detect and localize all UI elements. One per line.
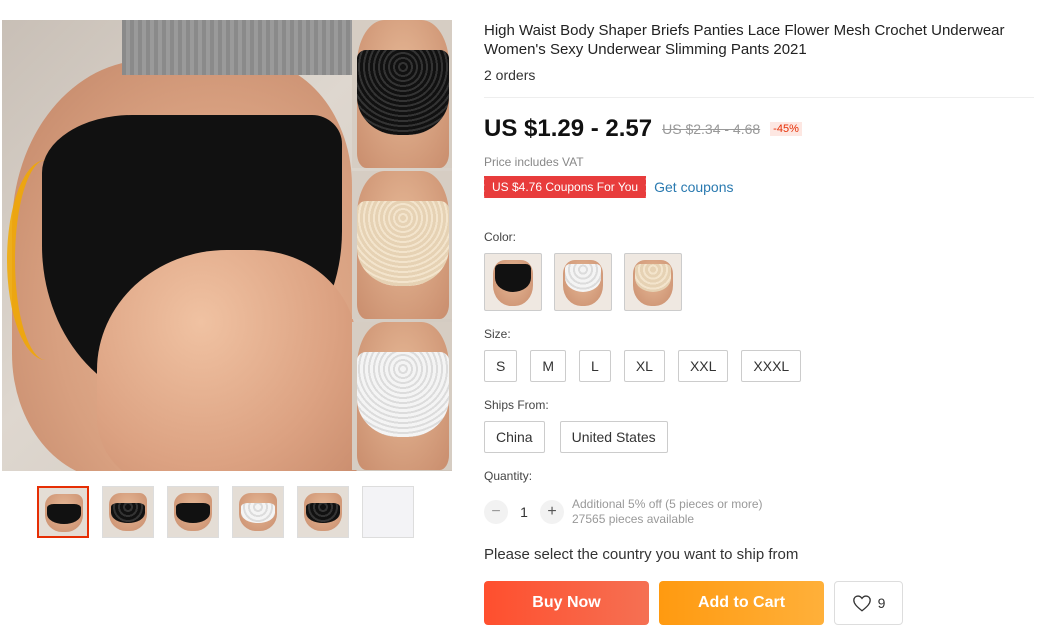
coupon-badge[interactable]: US $4.76 Coupons For You bbox=[481, 176, 647, 198]
ships-from-united-states[interactable]: United States bbox=[559, 421, 668, 453]
yellow-swoosh-graphic bbox=[7, 160, 85, 360]
quantity-decrease-button[interactable]: − bbox=[484, 500, 508, 524]
color-option-black[interactable] bbox=[484, 253, 542, 311]
size-option-l[interactable]: L bbox=[579, 350, 611, 382]
current-price: US $1.29 - 2.57 bbox=[484, 115, 653, 142]
product-title: High Waist Body Shaper Briefs Panties La… bbox=[484, 22, 1005, 58]
size-option-s[interactable]: S bbox=[484, 350, 518, 382]
model-bra-shape bbox=[122, 20, 352, 75]
divider bbox=[484, 97, 1034, 98]
color-options bbox=[484, 253, 682, 311]
orders-count: 2 orders bbox=[484, 67, 536, 83]
vat-note: Price includes VAT bbox=[484, 155, 584, 169]
discount-badge: -45% bbox=[770, 122, 802, 136]
main-product-image[interactable] bbox=[2, 20, 452, 471]
ship-country-message: Please select the country you want to sh… bbox=[484, 546, 799, 563]
stock-available: 27565 pieces available bbox=[572, 512, 695, 526]
quantity-value[interactable]: 1 bbox=[508, 504, 540, 520]
model-leg-shape bbox=[97, 250, 357, 471]
color-option-white[interactable] bbox=[554, 253, 612, 311]
size-label: Size: bbox=[484, 327, 511, 341]
thumbnail-2[interactable] bbox=[102, 486, 154, 538]
side-photo-beige bbox=[352, 171, 452, 319]
buy-now-button[interactable]: Buy Now bbox=[484, 581, 649, 625]
thumbnail-5[interactable] bbox=[297, 486, 349, 538]
side-photo-white bbox=[352, 322, 452, 470]
thumbnail-1[interactable] bbox=[37, 486, 89, 538]
size-options: S M L XL XXL XXXL bbox=[484, 350, 802, 382]
wishlist-button[interactable]: 9 bbox=[834, 581, 903, 625]
color-label: Color: bbox=[484, 230, 517, 244]
size-option-xxl[interactable]: XXL bbox=[677, 350, 729, 382]
coupon-row: US $4.76 Coupons For You Get coupons bbox=[481, 176, 734, 198]
price-row: US $1.29 - 2.57 US $2.34 - 4.68 -45% bbox=[484, 115, 802, 143]
wishlist-count: 9 bbox=[877, 595, 886, 611]
get-coupons-link[interactable]: Get coupons bbox=[654, 179, 733, 195]
ships-from-options: China United States bbox=[484, 421, 668, 453]
bulk-discount-note: Additional 5% off (5 pieces or more) bbox=[572, 497, 763, 511]
side-photo-black bbox=[352, 20, 452, 168]
thumbnail-3[interactable] bbox=[167, 486, 219, 538]
heart-icon bbox=[852, 595, 871, 612]
ships-from-china[interactable]: China bbox=[484, 421, 545, 453]
color-option-beige[interactable] bbox=[624, 253, 682, 311]
original-price: US $2.34 - 4.68 bbox=[662, 121, 761, 137]
thumbnail-6[interactable] bbox=[362, 486, 414, 538]
quantity-info: Additional 5% off (5 pieces or more) 275… bbox=[572, 497, 763, 527]
quantity-label: Quantity: bbox=[484, 469, 533, 483]
size-option-xl[interactable]: XL bbox=[623, 350, 665, 382]
quantity-increase-button[interactable]: + bbox=[540, 500, 564, 524]
add-to-cart-button[interactable]: Add to Cart bbox=[659, 581, 824, 625]
size-option-xxxl[interactable]: XXXL bbox=[741, 350, 802, 382]
size-option-m[interactable]: M bbox=[530, 350, 567, 382]
thumbnail-4[interactable] bbox=[232, 486, 284, 538]
ships-from-label: Ships From: bbox=[484, 398, 549, 412]
quantity-stepper: − 1 + Additional 5% off (5 pieces or mor… bbox=[484, 497, 763, 527]
